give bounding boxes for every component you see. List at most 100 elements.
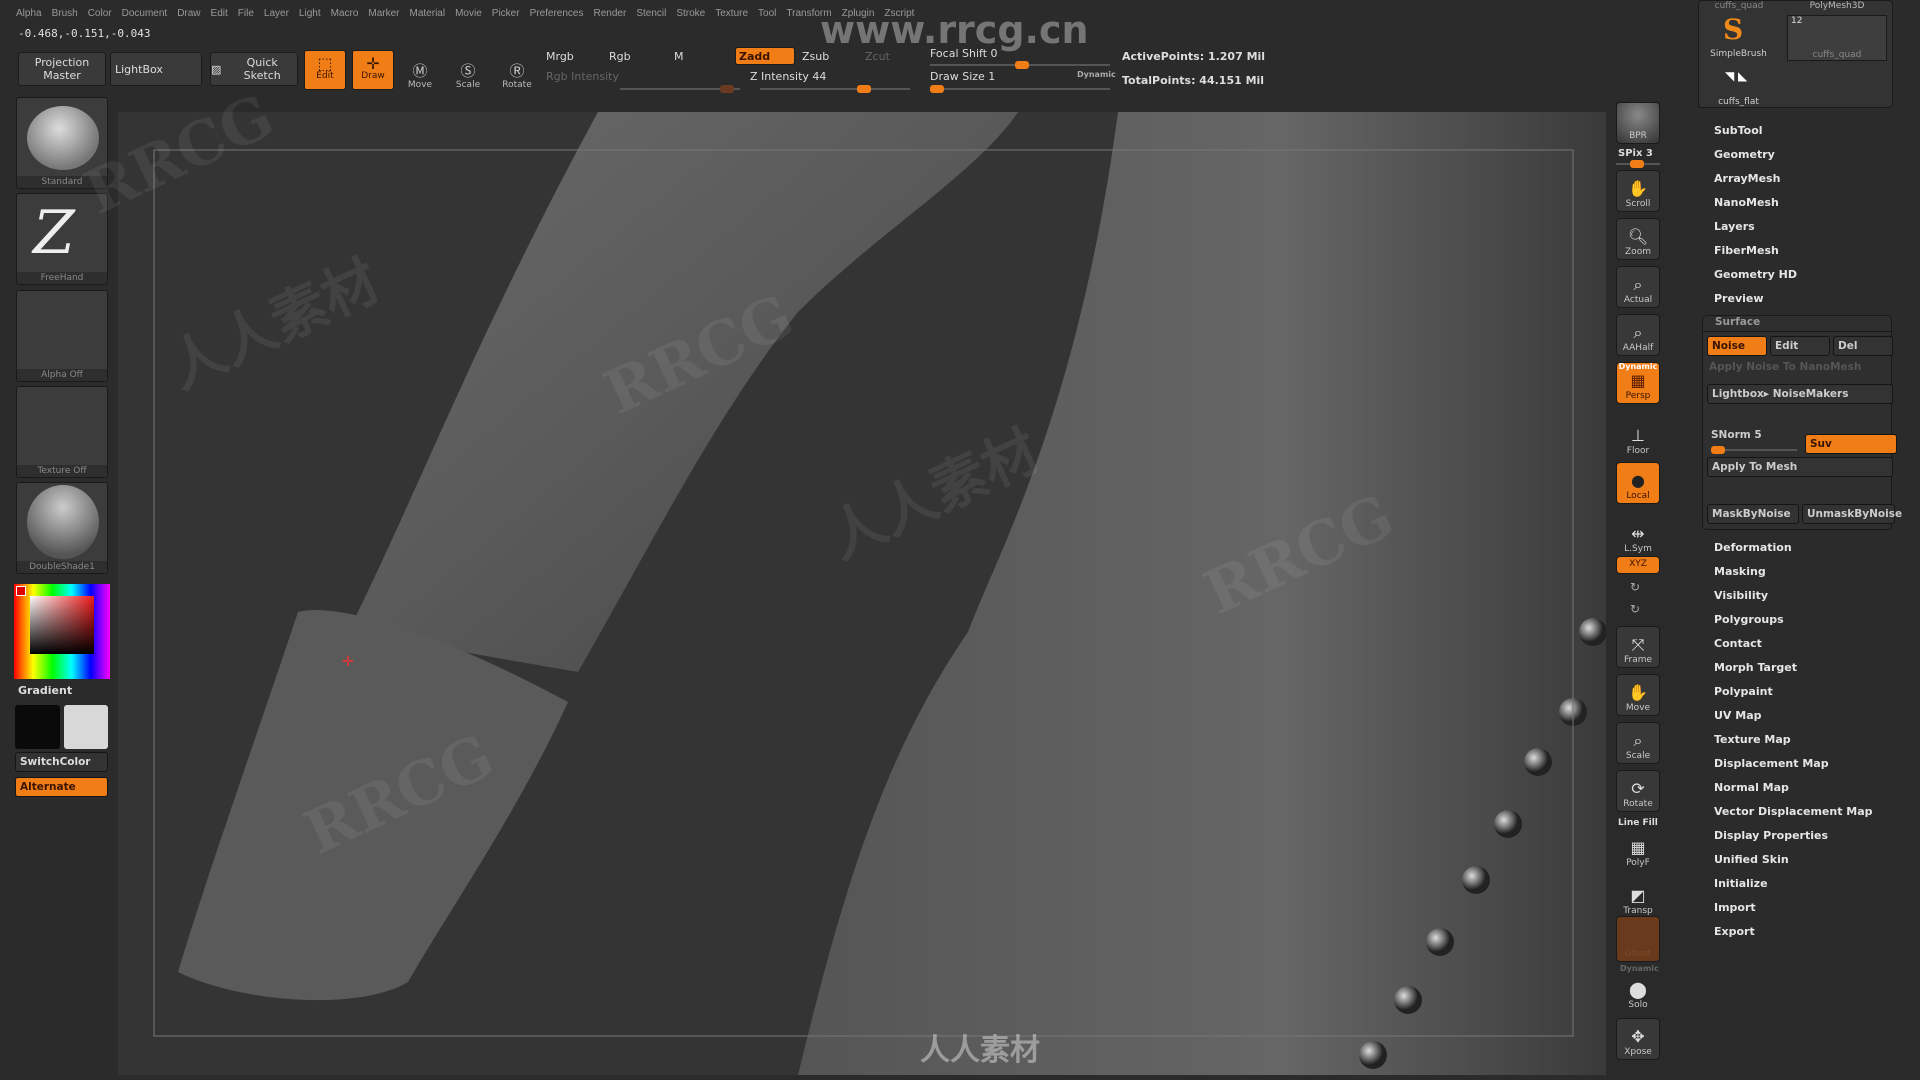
palette-subtool[interactable]: SubTool [1714,124,1763,137]
palette-vector-displacement-map[interactable]: Vector Displacement Map [1714,805,1873,818]
bpr-button[interactable]: BPR [1616,102,1660,144]
alternate-button[interactable]: Alternate [15,777,108,797]
palette-unified-skin[interactable]: Unified Skin [1714,853,1789,866]
palette-polypaint[interactable]: Polypaint [1714,685,1773,698]
aahalf-button[interactable]: ⌕ AAHalf [1616,314,1660,356]
switch-color-button[interactable]: SwitchColor [15,752,108,772]
stroke-selector[interactable]: Z FreeHand [16,193,108,285]
noise-del-button[interactable]: Del [1833,336,1893,356]
menu-color[interactable]: Color [88,8,112,19]
frame-button[interactable]: ⤧ Frame [1616,626,1660,668]
menu-brush[interactable]: Brush [52,8,78,19]
z-intensity-slider[interactable] [760,85,910,93]
palette-import[interactable]: Import [1714,901,1756,914]
palette-contact[interactable]: Contact [1714,637,1762,650]
menu-transform[interactable]: Transform [786,8,831,19]
snorm-slider[interactable] [1711,446,1797,454]
apply-to-mesh-button[interactable]: Apply To Mesh [1707,457,1893,477]
menu-light[interactable]: Light [299,8,321,19]
menu-marker[interactable]: Marker [368,8,399,19]
transp-button[interactable]: ◩ Transp [1616,876,1660,918]
rotate-z-icon[interactable]: ↻ [1630,602,1640,616]
palette-display-properties[interactable]: Display Properties [1714,829,1828,842]
rotate-button[interactable]: Ⓡ Rotate [497,50,537,90]
projection-master-button[interactable]: Projection Master [18,52,106,86]
zcut-button[interactable]: Zcut [865,50,890,63]
rgb-button[interactable]: Rgb [609,50,631,63]
dynamic-toggle[interactable]: Dynamic [1077,70,1116,79]
palette-deformation[interactable]: Deformation [1714,541,1792,554]
palette-uv-map[interactable]: UV Map [1714,709,1762,722]
menu-draw[interactable]: Draw [177,8,200,19]
local-button[interactable]: ● Local [1616,462,1660,504]
palette-normal-map[interactable]: Normal Map [1714,781,1789,794]
move-button[interactable]: Ⓜ Move [400,50,440,90]
scroll-button[interactable]: ✋ Scroll [1616,170,1660,212]
palette-displacement-map[interactable]: Displacement Map [1714,757,1829,770]
palette-layers[interactable]: Layers [1714,220,1755,233]
lightbox-noisemakers-button[interactable]: Lightbox▸ NoiseMakers [1707,384,1893,404]
persp-button[interactable]: Dynamic ▦ Persp [1616,362,1660,404]
menu-stencil[interactable]: Stencil [636,8,666,19]
palette-texture-map[interactable]: Texture Map [1714,733,1791,746]
mask-by-noise-button[interactable]: MaskByNoise [1707,504,1799,524]
mrgb-button[interactable]: Mrgb [546,50,574,63]
color-square[interactable] [30,596,94,654]
solo-button[interactable]: ⬤ Solo [1616,970,1660,1012]
surface-title[interactable]: Surface [1703,316,1891,332]
ghost-button[interactable]: Ghost [1616,916,1660,962]
edit-button[interactable]: ⬚ Edit [304,50,346,90]
menu-material[interactable]: Material [410,8,446,19]
m-button[interactable]: M [674,50,684,63]
zoom-button[interactable]: 🔍︎ Zoom [1616,218,1660,260]
palette-preview[interactable]: Preview [1714,292,1764,305]
simple-brush-icon[interactable]: S [1723,13,1743,46]
menu-zplugin[interactable]: Zplugin [842,8,875,19]
menu-texture[interactable]: Texture [715,8,748,19]
texture-selector[interactable]: Texture Off [16,386,108,478]
floor-button[interactable]: ⊥ Floor [1616,416,1660,458]
unmask-by-noise-button[interactable]: UnmaskByNoise [1802,504,1902,524]
palette-nanomesh[interactable]: NanoMesh [1714,196,1779,209]
viewport-canvas[interactable]: ✛ [118,112,1606,1075]
xpose-button[interactable]: ✥ Xpose [1616,1018,1660,1060]
main-color-swatch[interactable] [15,705,60,749]
menu-preferences[interactable]: Preferences [530,8,584,19]
menu-file[interactable]: File [238,8,254,19]
zadd-button[interactable]: Zadd [735,47,795,65]
scale-button[interactable]: Ⓢ Scale [448,50,488,90]
noise-button[interactable]: Noise [1707,336,1767,356]
focal-shift-slider[interactable] [930,61,1110,69]
palette-arraymesh[interactable]: ArrayMesh [1714,172,1780,185]
quick-sketch-button[interactable]: ▨ Quick Sketch [210,52,298,86]
secondary-color-swatch[interactable] [64,705,108,749]
lsym-button[interactable]: ⇹ L.Sym [1616,514,1660,556]
palette-geometry-hd[interactable]: Geometry HD [1714,268,1797,281]
palette-visibility[interactable]: Visibility [1714,589,1768,602]
color-picker[interactable] [14,584,110,679]
palette-polygroups[interactable]: Polygroups [1714,613,1784,626]
menu-zscript[interactable]: Zscript [884,8,914,19]
cuffs-quad-thumbnail[interactable]: 12 cuffs_quad [1787,15,1887,61]
rotate-y-icon[interactable]: ↻ [1630,580,1640,594]
palette-morph-target[interactable]: Morph Target [1714,661,1797,674]
cuffs-flat-icon[interactable]: ◥ ◣ [1725,69,1747,83]
apply-noise-nanomesh-button[interactable]: Apply Noise To NanoMesh [1709,361,1861,373]
actual-button[interactable]: ⌕ Actual [1616,266,1660,308]
menu-edit[interactable]: Edit [211,8,228,19]
palette-export[interactable]: Export [1714,925,1755,938]
alpha-selector[interactable]: Alpha Off [16,290,108,382]
menu-picker[interactable]: Picker [492,8,520,19]
move-button-shelf[interactable]: ✋ Move [1616,674,1660,716]
brush-selector[interactable]: Standard [16,97,108,189]
spix-slider[interactable] [1616,160,1660,168]
rotate-button-shelf[interactable]: ⟳ Rotate [1616,770,1660,812]
palette-initialize[interactable]: Initialize [1714,877,1768,890]
draw-button[interactable]: ✛ Draw [352,50,394,90]
palette-fibermesh[interactable]: FiberMesh [1714,244,1779,257]
menu-tool[interactable]: Tool [758,8,776,19]
zsub-button[interactable]: Zsub [802,50,829,63]
scale-button-shelf[interactable]: ⌕ Scale [1616,722,1660,764]
draw-size-slider[interactable] [930,85,1110,93]
menu-render[interactable]: Render [594,8,627,19]
